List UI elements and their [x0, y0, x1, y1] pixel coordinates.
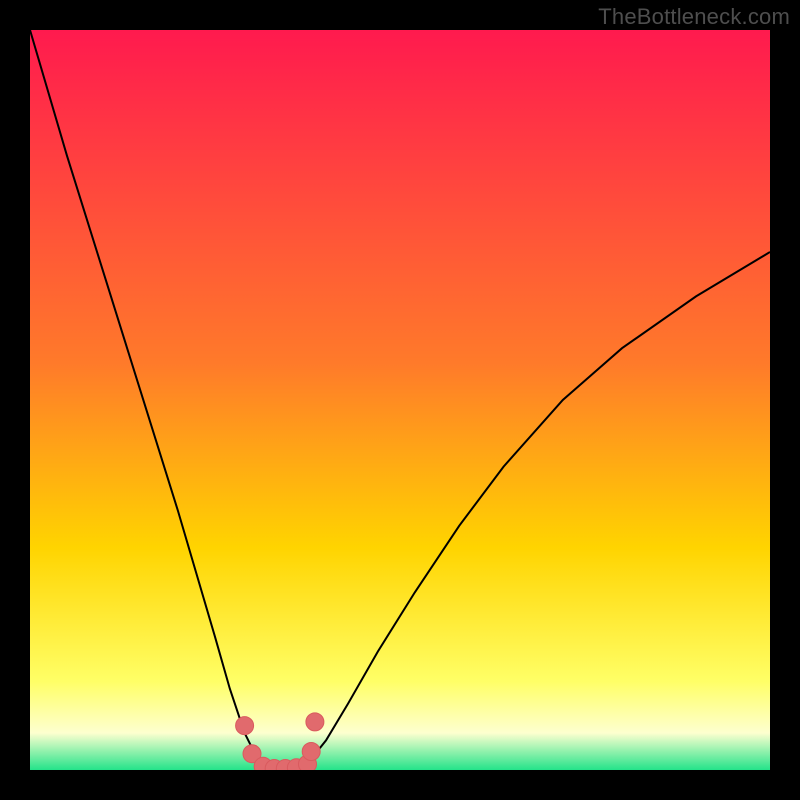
chart-svg: [30, 30, 770, 770]
curve-marker: [302, 743, 320, 761]
watermark-text: TheBottleneck.com: [598, 4, 790, 30]
plot-area: [30, 30, 770, 770]
gradient-background: [30, 30, 770, 770]
curve-marker: [236, 717, 254, 735]
outer-frame: TheBottleneck.com: [0, 0, 800, 800]
curve-marker: [306, 713, 324, 731]
